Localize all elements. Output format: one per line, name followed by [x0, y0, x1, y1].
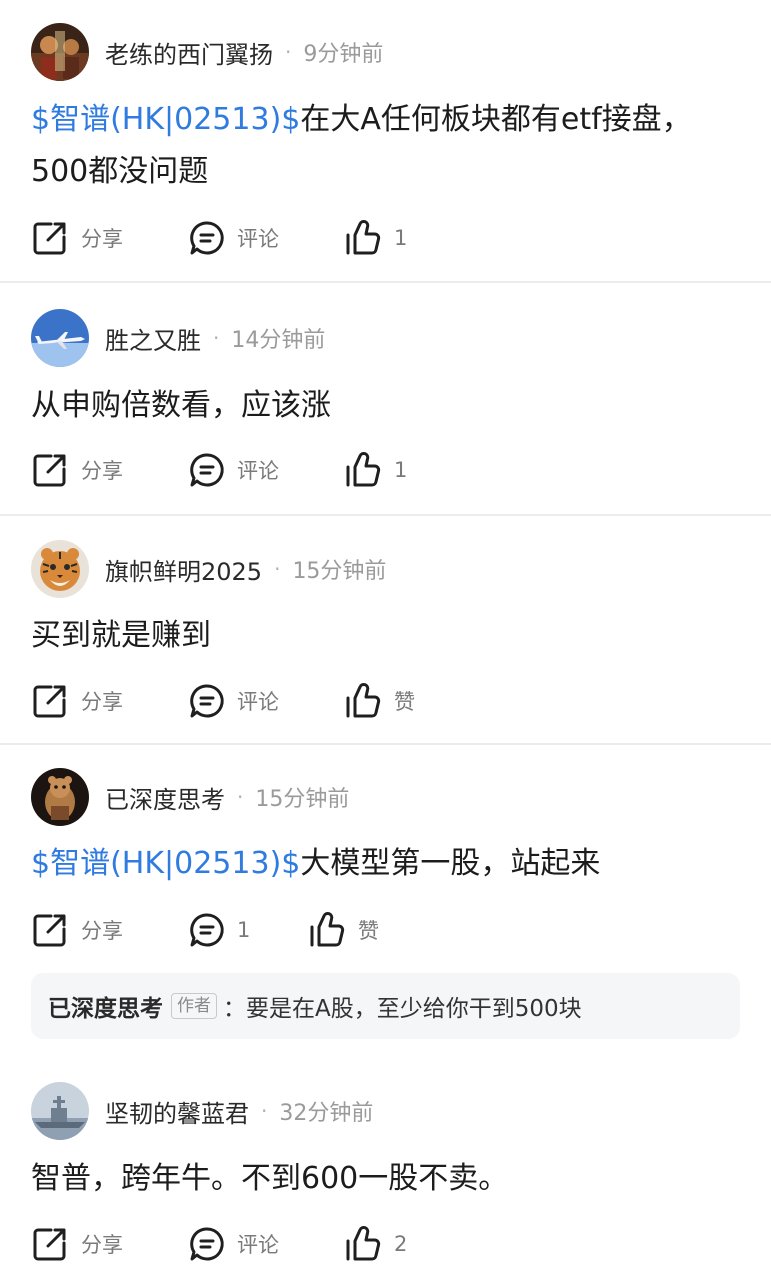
comment-icon [190, 453, 224, 487]
share-button[interactable]: 分享 [31, 216, 123, 260]
post-content: 买到就是赚到 [31, 610, 741, 662]
share-button[interactable]: 分享 [31, 448, 123, 492]
post-content: 智普，跨年牛。不到600一股不卖。 [31, 1153, 741, 1205]
thumbs-up-icon [346, 1225, 381, 1261]
post-actions: 分享 评论 赞 [31, 679, 731, 723]
comment-label: 评论 [237, 690, 279, 714]
post-content: $智谱(HK|02513)$在大A任何板块都有etf接盘， 500都没问题 [31, 94, 741, 198]
thumbs-up-icon [346, 682, 381, 718]
stock-tag-link[interactable]: $智谱(HK|02513)$ [31, 102, 300, 137]
like-button[interactable]: 赞 [344, 679, 415, 723]
separator-dot: · [274, 557, 281, 581]
reply-author-name[interactable]: 已深度思考 [48, 989, 163, 1023]
avatar[interactable] [31, 768, 89, 826]
share-button[interactable]: 分享 [31, 908, 123, 952]
username[interactable]: 老练的西门翼扬 [105, 35, 273, 70]
comment-icon [190, 684, 224, 718]
post-text-line2: 500都没问题 [31, 154, 209, 189]
share-button[interactable]: 分享 [31, 1222, 123, 1266]
share-icon [33, 1228, 66, 1261]
post-header: 旗帜鲜明2025 · 15分钟前 [31, 540, 386, 598]
divider [0, 281, 771, 283]
post-text: 在大A任何板块都有etf接盘， [300, 102, 692, 137]
avatar[interactable] [31, 1082, 89, 1140]
post-header: 老练的西门翼扬 · 9分钟前 [31, 23, 383, 81]
share-label: 分享 [81, 227, 123, 251]
post-text: 智普，跨年牛。不到600一股不卖。 [31, 1161, 509, 1196]
share-label: 分享 [81, 690, 123, 714]
thumbs-up-icon [310, 911, 345, 947]
comment-button[interactable]: 评论 [189, 1222, 279, 1266]
username[interactable]: 坚韧的馨蓝君 [105, 1094, 249, 1129]
comment-label: 评论 [237, 459, 279, 483]
separator-dot: · [261, 1099, 268, 1123]
like-button[interactable]: 赞 [308, 908, 379, 952]
comment-icon [190, 1227, 224, 1261]
post-content: 从申购倍数看，应该涨 [31, 380, 741, 432]
share-label: 分享 [81, 1233, 123, 1257]
comment-icon [190, 913, 224, 947]
separator-dot: · [285, 40, 292, 64]
post-actions: 分享 评论 1 [31, 216, 731, 260]
like-button[interactable]: 2 [344, 1222, 407, 1266]
separator-dot: · [237, 785, 244, 809]
avatar[interactable] [31, 540, 89, 598]
post-actions: 分享 评论 2 [31, 1222, 731, 1266]
comment-icon [190, 221, 224, 255]
timestamp: 14分钟前 [231, 328, 326, 353]
post-text: 买到就是赚到 [31, 618, 211, 653]
post-content: $智谱(HK|02513)$大模型第一股，站起来 [31, 838, 741, 890]
like-button[interactable]: 1 [344, 448, 407, 492]
timestamp: 32分钟前 [279, 1101, 374, 1126]
comment-button[interactable]: 评论 [189, 679, 279, 723]
username[interactable]: 旗帜鲜明2025 [105, 552, 262, 587]
like-count: 1 [394, 226, 408, 250]
share-label: 分享 [81, 919, 123, 943]
comment-label: 评论 [237, 1233, 279, 1257]
author-badge: 作者 [171, 993, 217, 1019]
comment-button[interactable]: 1 [189, 908, 250, 952]
reply-preview[interactable]: 已深度思考 作者 ：要是在A股，至少给你干到500块 [31, 973, 740, 1039]
post-text: 从申购倍数看，应该涨 [31, 388, 331, 423]
like-button[interactable]: 1 [344, 216, 407, 260]
post-header: 胜之又胜 · 14分钟前 [31, 309, 325, 367]
stock-tag-link[interactable]: $智谱(HK|02513)$ [31, 846, 300, 881]
like-label: 赞 [394, 690, 415, 714]
like-label: 赞 [358, 919, 379, 943]
comment-button[interactable]: 评论 [189, 448, 279, 492]
timestamp: 9分钟前 [303, 42, 384, 67]
share-icon [33, 685, 66, 718]
username[interactable]: 已深度思考 [105, 780, 225, 815]
avatar[interactable] [31, 23, 89, 81]
comment-label: 评论 [237, 227, 279, 251]
timestamp: 15分钟前 [292, 559, 387, 584]
username[interactable]: 胜之又胜 [105, 321, 201, 356]
timestamp: 15分钟前 [255, 787, 350, 812]
like-count: 2 [394, 1232, 408, 1256]
post-header: 已深度思考 · 15分钟前 [31, 768, 349, 826]
share-icon [33, 454, 66, 487]
separator-dot: · [213, 326, 220, 350]
share-button[interactable]: 分享 [31, 679, 123, 723]
post-header: 坚韧的馨蓝君 · 32分钟前 [31, 1082, 373, 1140]
comment-button[interactable]: 评论 [189, 216, 279, 260]
divider [0, 514, 771, 516]
divider [0, 743, 771, 745]
share-icon [33, 914, 66, 947]
post-actions: 分享 评论 1 [31, 448, 731, 492]
thumbs-up-icon [346, 219, 381, 255]
avatar[interactable] [31, 309, 89, 367]
like-count: 1 [394, 458, 408, 482]
share-icon [33, 222, 66, 255]
comment-count: 1 [237, 918, 251, 942]
post-text: 大模型第一股，站起来 [300, 846, 601, 881]
reply-text: ：要是在A股，至少给你干到500块 [223, 996, 582, 1022]
post-actions: 分享 1 赞 [31, 908, 731, 952]
share-label: 分享 [81, 459, 123, 483]
thumbs-up-icon [346, 451, 381, 487]
